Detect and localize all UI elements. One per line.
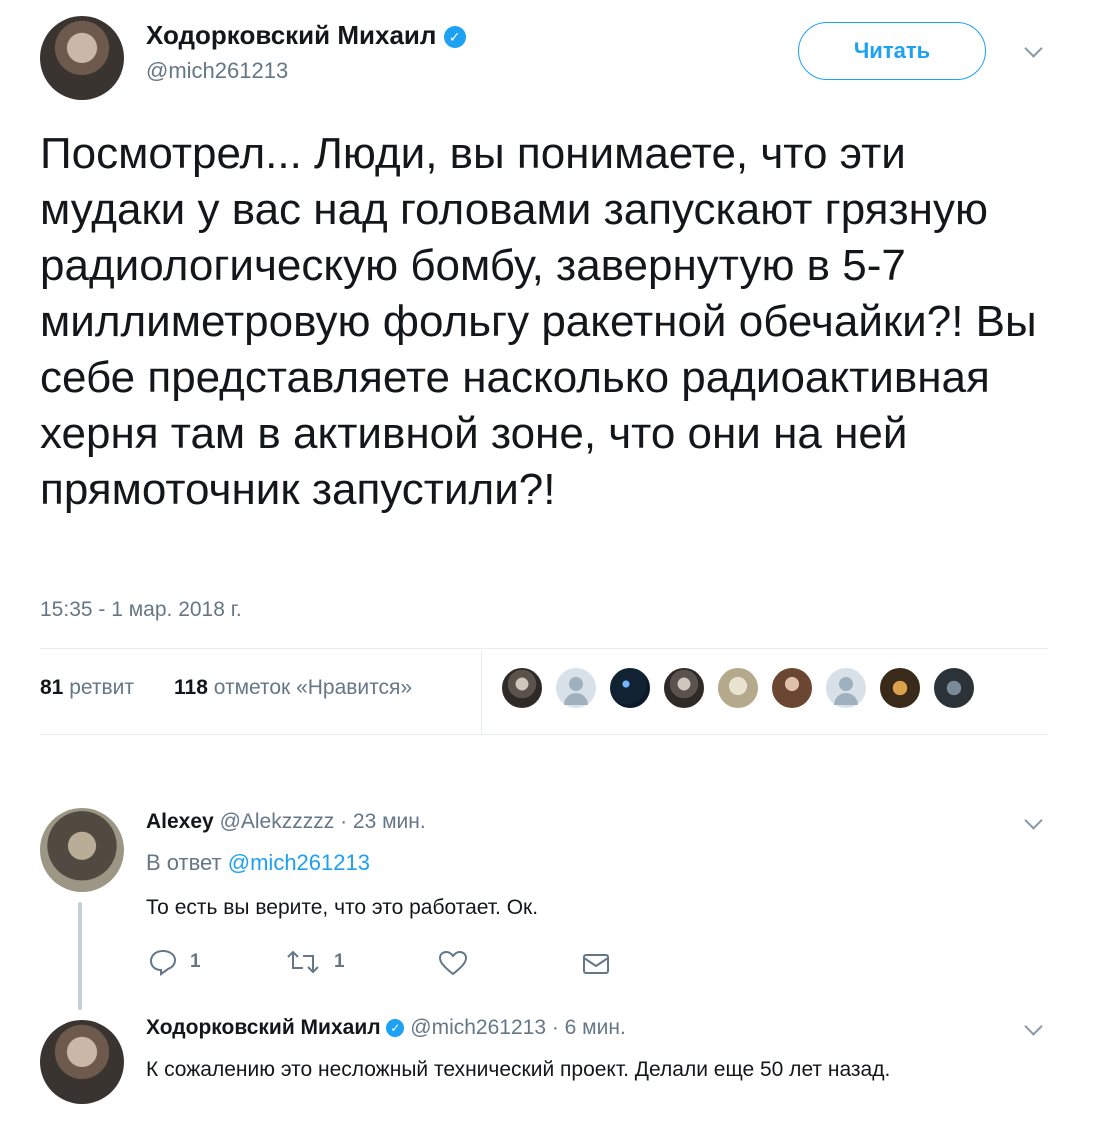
reply-author-name[interactable]: Alexey <box>146 810 214 833</box>
tweet-timestamp[interactable]: 15:35 - 1 мар. 2018 г. <box>40 598 242 622</box>
reply-text: То есть вы верите, что это работает. Ок. <box>146 896 539 919</box>
reply-to-prefix: В ответ <box>146 850 222 875</box>
chevron-down-icon[interactable] <box>1024 1017 1043 1036</box>
verified-icon: ✓ <box>443 26 466 49</box>
liker-avatar[interactable] <box>500 666 544 710</box>
chevron-down-icon[interactable] <box>1024 39 1043 58</box>
reply2-author-handle[interactable]: @mich261213 <box>410 1016 546 1039</box>
liker-avatar-default[interactable] <box>824 666 868 710</box>
reply-time[interactable]: · 23 мин. <box>340 810 426 833</box>
divider <box>40 734 1048 735</box>
reply-action[interactable]: 1 <box>148 948 201 976</box>
like-action[interactable] <box>438 950 468 981</box>
reply-to-line: В ответ @mich261213 <box>146 850 370 876</box>
author-avatar[interactable] <box>40 16 124 100</box>
retweet-count: 81 <box>40 676 64 699</box>
heart-icon <box>438 950 468 976</box>
verified-icon: ✓ <box>386 1019 405 1038</box>
retweet-stats[interactable]: 81 ретвит <box>40 676 134 700</box>
chevron-down-icon[interactable] <box>1024 811 1043 830</box>
envelope-icon <box>583 954 609 974</box>
retweet-icon <box>287 950 319 974</box>
author-name[interactable]: Ходорковский Михаил <box>146 20 436 50</box>
author-handle[interactable]: @mich261213 <box>146 58 288 84</box>
retweet-label: ретвит <box>69 676 134 699</box>
liker-avatar[interactable] <box>770 666 814 710</box>
likers-avatars <box>500 666 980 714</box>
author-name-row[interactable]: Ходорковский Михаил ✓ <box>146 20 466 51</box>
reply-header: Alexey @Alekzzzzz · 23 мин. <box>146 810 426 834</box>
liker-avatar[interactable] <box>716 666 760 710</box>
reply2-time[interactable]: · 6 мин. <box>552 1016 626 1039</box>
liker-avatar[interactable] <box>932 666 976 710</box>
reply2-author-avatar[interactable] <box>40 1020 124 1104</box>
divider <box>40 648 1048 649</box>
message-action[interactable] <box>582 952 610 981</box>
like-label: отметок «Нравится» <box>213 676 413 699</box>
reply2-author-name[interactable]: Ходорковский Михаил <box>146 1016 381 1039</box>
reply-to-handle-link[interactable]: @mich261213 <box>228 850 370 875</box>
reply-author-avatar[interactable] <box>40 808 124 892</box>
reply-count: 1 <box>190 951 201 972</box>
retweet-action[interactable]: 1 <box>286 948 345 976</box>
reply-author-handle[interactable]: @Alekzzzzz <box>220 810 335 833</box>
like-count: 118 <box>174 676 208 699</box>
liker-avatar[interactable] <box>608 666 652 710</box>
reply2-text: К сожалению это несложный технический пр… <box>146 1058 891 1081</box>
reply2-header: Ходорковский Михаил ✓ @mich261213 · 6 ми… <box>146 1016 626 1040</box>
liker-avatar-default[interactable] <box>554 666 598 710</box>
liker-avatar[interactable] <box>662 666 706 710</box>
follow-button[interactable]: Читать <box>798 22 986 80</box>
retweet-count: 1 <box>334 951 345 972</box>
thread-line <box>78 902 82 1010</box>
liker-avatar[interactable] <box>878 666 922 710</box>
reply-icon <box>149 949 177 976</box>
tweet-text: Посмотрел... Люди, вы понимаете, что эти… <box>40 129 1037 514</box>
like-stats[interactable]: 118 отметок «Нравится» <box>174 676 412 700</box>
stats-separator <box>481 650 482 734</box>
